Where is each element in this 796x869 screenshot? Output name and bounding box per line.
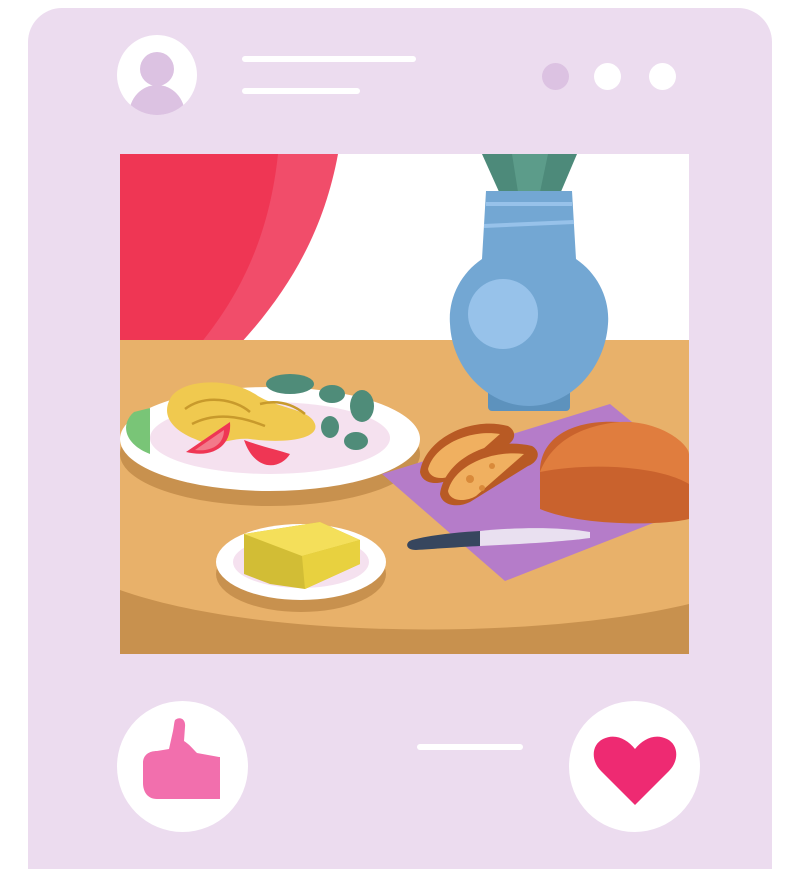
menu-dot-icon[interactable] xyxy=(594,63,621,90)
heart-icon xyxy=(593,736,677,805)
thumbs-up-icon xyxy=(143,718,220,799)
menu-dot-icon[interactable] xyxy=(542,63,569,90)
username-placeholder-line xyxy=(242,56,416,62)
action-placeholder-line xyxy=(417,744,523,750)
menu-dot-icon[interactable] xyxy=(649,63,676,90)
post-image[interactable] xyxy=(120,154,689,654)
subtitle-placeholder-line xyxy=(242,88,360,94)
avatar[interactable] xyxy=(117,35,197,115)
love-button[interactable] xyxy=(569,701,700,832)
like-button[interactable] xyxy=(117,701,248,832)
user-icon xyxy=(129,52,185,115)
food-illustration xyxy=(120,154,689,654)
